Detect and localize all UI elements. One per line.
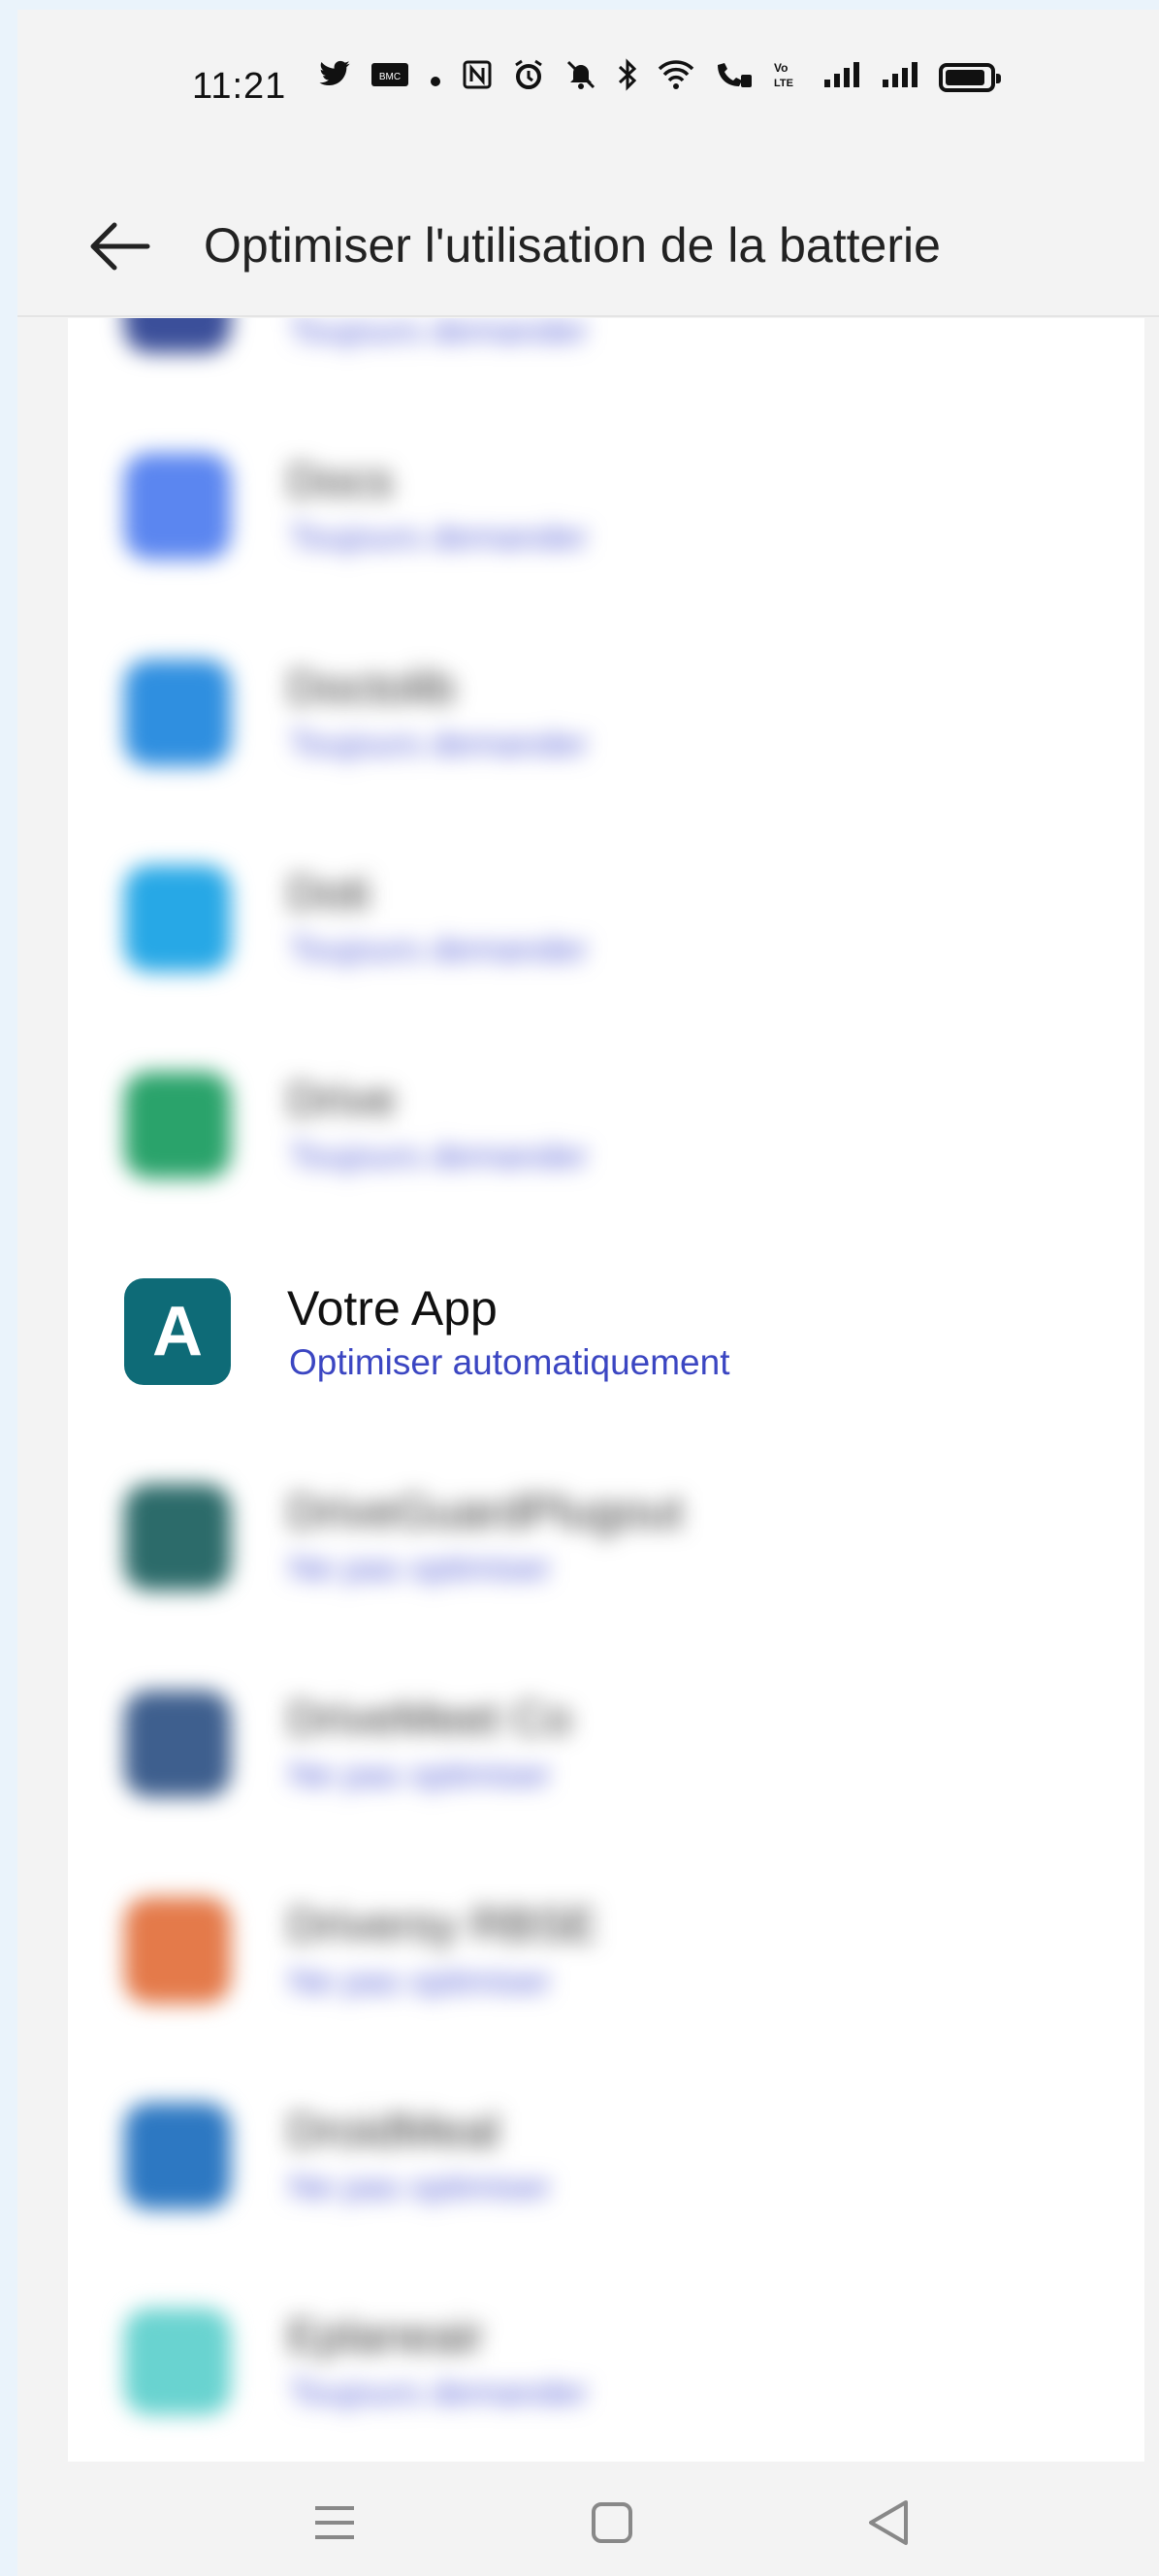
page-title: Optimiser l'utilisation de la batterie xyxy=(204,218,941,273)
home-icon[interactable] xyxy=(578,2489,646,2557)
bluetooth-icon xyxy=(617,58,638,97)
back-triangle-icon[interactable] xyxy=(855,2489,923,2557)
app-list-item[interactable]: Driversy RBSE Ne pas optimiser xyxy=(68,1856,1144,2062)
app-list-item[interactable]: Doctolib Toujours demander xyxy=(68,619,1144,824)
app-icon xyxy=(124,2308,231,2415)
app-icon xyxy=(124,1072,231,1178)
app-icon xyxy=(124,453,231,560)
app-header: Optimiser l'utilisation de la batterie xyxy=(17,184,1159,317)
app-optimization-status: Toujours demander xyxy=(289,724,589,763)
app-optimization-status: Optimiser automatiquement xyxy=(289,1342,730,1382)
app-optimization-status: Toujours demander xyxy=(289,2372,589,2412)
app-name: Votre App xyxy=(287,1281,498,1336)
app-list-item[interactable]: DriveMeet Co Ne pas optimiser xyxy=(68,1650,1144,1855)
app-optimization-status: Ne pas optimiser xyxy=(289,1755,552,1794)
wifi-icon xyxy=(658,59,694,96)
app-name: Driversy RBSE xyxy=(287,1900,598,1951)
status-time: 11:21 xyxy=(192,66,287,107)
volte-icon: Vo LTE xyxy=(772,59,803,96)
app-optimization-status: Ne pas optimiser xyxy=(289,1961,552,2001)
app-optimization-status: Ne pas optimiser xyxy=(289,1548,552,1588)
app-icon xyxy=(124,2103,231,2209)
navigation-bar xyxy=(17,2462,1159,2576)
nfc-icon xyxy=(462,59,493,96)
app-name: DriveGuardPlugout xyxy=(287,1487,684,1538)
mute-icon xyxy=(564,58,597,97)
dot-icon xyxy=(429,61,442,94)
status-icons: BMC Vo LTE xyxy=(318,58,1001,97)
app-icon xyxy=(124,1897,231,2004)
alarm-icon xyxy=(512,58,545,97)
twitter-icon xyxy=(318,60,351,95)
app-optimization-status: Toujours demander xyxy=(289,517,589,557)
app-optimization-status: Toujours demander xyxy=(289,318,589,350)
app-icon xyxy=(124,318,231,353)
app-optimization-status: Toujours demander xyxy=(289,929,589,969)
app-icon xyxy=(124,660,231,766)
app-name: Eplaneair xyxy=(287,2311,484,2363)
app-list: Toujours demander Docs Toujours demander Do… xyxy=(68,318,1144,2462)
app-optimization-status: Ne pas optimiser xyxy=(289,2167,552,2206)
signal-icon xyxy=(822,60,861,95)
app-icon xyxy=(124,1484,231,1591)
app-name: Doti xyxy=(287,868,370,919)
app-list-item[interactable]: Toujours demander xyxy=(68,318,1144,411)
app-list-item[interactable]: A Votre App Optimiser automatiquement xyxy=(68,1238,1144,1443)
app-name: Docs xyxy=(287,456,394,507)
status-bar: 11:21 BMC Vo LTE xyxy=(17,10,1159,155)
wifi-call-icon xyxy=(714,59,753,96)
app-icon: A xyxy=(124,1278,231,1385)
bmc-icon: BMC xyxy=(370,60,409,95)
app-list-item[interactable]: DriveGuardPlugout Ne pas optimiser xyxy=(68,1443,1144,1649)
svg-text:LTE: LTE xyxy=(774,78,793,89)
app-name: DriveMeet Co xyxy=(287,1693,572,1745)
app-name: Drive xyxy=(287,1075,397,1126)
app-list-item[interactable]: DroidMeal Ne pas optimiser xyxy=(68,2062,1144,2268)
app-list-item[interactable]: Docs Toujours demander xyxy=(68,412,1144,618)
menu-icon[interactable] xyxy=(301,2489,369,2557)
app-list-item[interactable]: Drive Toujours demander xyxy=(68,1031,1144,1237)
app-name: Doctolib xyxy=(287,662,456,714)
svg-text:Vo: Vo xyxy=(774,61,788,75)
signal-icon xyxy=(881,60,919,95)
app-optimization-status: Toujours demander xyxy=(289,1136,589,1175)
phone-screen: 11:21 BMC Vo LTE Optimiser l'utilisation… xyxy=(17,10,1159,2576)
app-list-item[interactable]: Eplaneair Toujours demander xyxy=(68,2268,1144,2462)
svg-text:BMC: BMC xyxy=(379,72,401,82)
app-list-item[interactable]: Doti Toujours demander xyxy=(68,824,1144,1030)
app-icon xyxy=(124,1690,231,1797)
app-name: DroidMeal xyxy=(287,2106,499,2157)
battery-icon xyxy=(939,63,1001,92)
app-icon xyxy=(124,865,231,972)
arrow-left-icon[interactable] xyxy=(85,211,155,281)
